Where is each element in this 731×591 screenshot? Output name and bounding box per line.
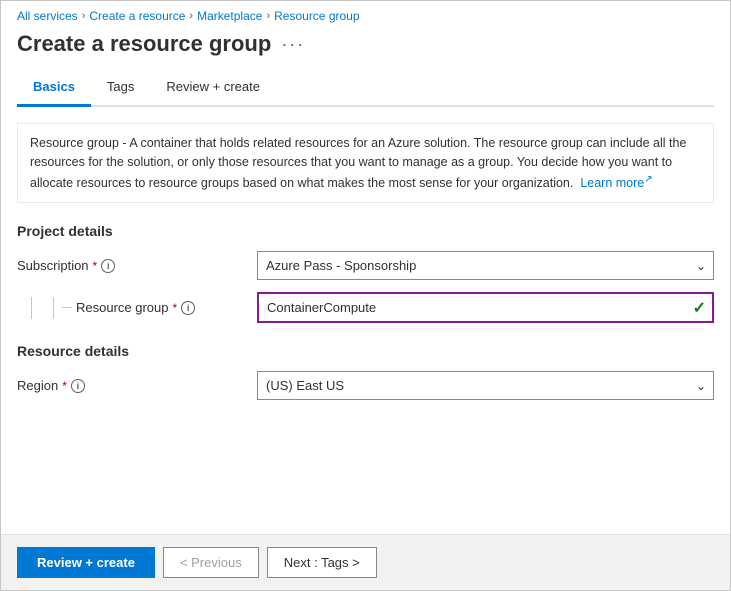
resource-group-row: Resource group * i ✓ (17, 292, 714, 323)
region-control: (US) East US ⌄ (257, 371, 714, 400)
breadcrumb-create-resource[interactable]: Create a resource (89, 9, 185, 23)
subscription-control: Azure Pass - Sponsorship ⌄ (257, 251, 714, 280)
main-content: Basics Tags Review + create Resource gro… (1, 69, 730, 534)
page-title: Create a resource group (17, 31, 271, 57)
resource-details-title: Resource details (17, 343, 714, 359)
breadcrumb-sep-2: › (189, 10, 193, 22)
region-row: Region * i (US) East US ⌄ (17, 371, 714, 400)
region-required: * (62, 379, 67, 393)
page-header: Create a resource group ··· (1, 27, 730, 69)
resource-group-info-icon[interactable]: i (181, 301, 195, 315)
resource-group-control: ✓ (257, 292, 714, 323)
tab-basics[interactable]: Basics (17, 69, 91, 107)
project-details-title: Project details (17, 223, 714, 239)
breadcrumb-resource-group[interactable]: Resource group (274, 9, 359, 23)
resource-details-section: Resource details Region * i (US) East US (17, 343, 714, 400)
breadcrumb-all-services[interactable]: All services (17, 9, 78, 23)
review-create-button[interactable]: Review + create (17, 547, 155, 578)
breadcrumb-sep-1: › (82, 10, 86, 22)
tab-review-create[interactable]: Review + create (150, 69, 276, 107)
subscription-row: Subscription * i Azure Pass - Sponsorshi… (17, 251, 714, 280)
region-info-icon[interactable]: i (71, 379, 85, 393)
region-dropdown-wrapper: (US) East US ⌄ (257, 371, 714, 400)
resource-group-input-wrapper: ✓ (257, 292, 714, 323)
region-label: Region * i (17, 378, 85, 393)
breadcrumb: All services › Create a resource › Marke… (1, 1, 730, 27)
subscription-required: * (93, 259, 98, 273)
breadcrumb-marketplace[interactable]: Marketplace (197, 9, 262, 23)
azure-portal-window: All services › Create a resource › Marke… (0, 0, 731, 591)
external-link-icon: ↗ (644, 174, 652, 185)
resource-group-required: * (173, 301, 178, 315)
learn-more-link[interactable]: Learn more↗ (580, 176, 652, 190)
next-button[interactable]: Next : Tags > (267, 547, 377, 578)
resource-group-input[interactable] (257, 292, 714, 323)
description-box: Resource group - A container that holds … (17, 123, 714, 203)
tab-tags[interactable]: Tags (91, 69, 150, 107)
previous-button[interactable]: < Previous (163, 547, 259, 578)
project-details-section: Project details Subscription * i Azure P… (17, 223, 714, 323)
resource-group-label: Resource group * i (76, 300, 195, 315)
resource-group-valid-icon: ✓ (693, 298, 706, 318)
tabs-bar: Basics Tags Review + create (17, 69, 714, 107)
footer: Review + create < Previous Next : Tags > (1, 534, 730, 590)
subscription-dropdown[interactable]: Azure Pass - Sponsorship (257, 251, 714, 280)
breadcrumb-sep-3: › (266, 10, 270, 22)
region-dropdown[interactable]: (US) East US (257, 371, 714, 400)
subscription-dropdown-wrapper: Azure Pass - Sponsorship ⌄ (257, 251, 714, 280)
subscription-label: Subscription * i (17, 258, 115, 273)
page-menu-icon[interactable]: ··· (281, 34, 305, 55)
subscription-info-icon[interactable]: i (101, 259, 115, 273)
